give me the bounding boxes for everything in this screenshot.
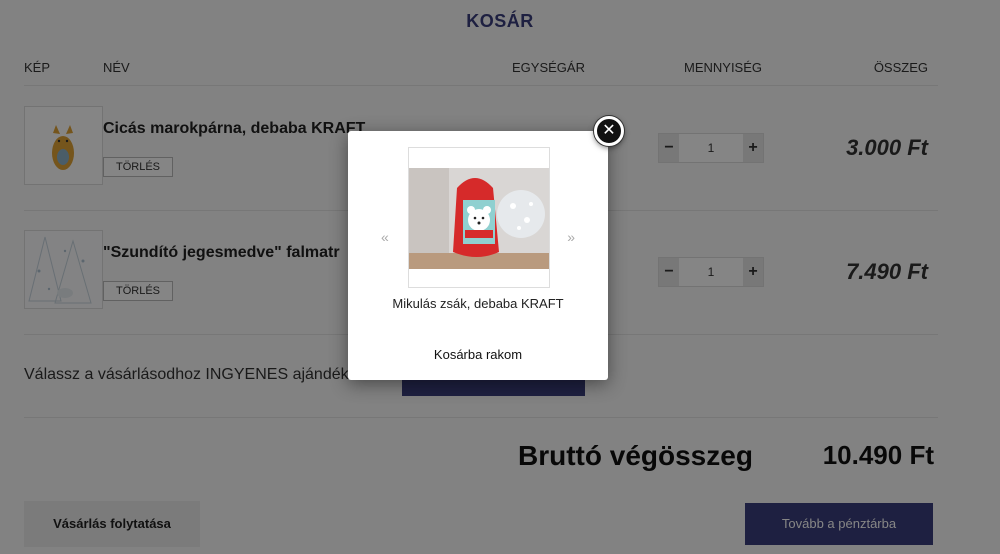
gift-product-image[interactable]	[408, 147, 550, 288]
add-to-cart-button[interactable]: Kosárba rakom	[348, 347, 608, 362]
carousel-prev-icon[interactable]: «	[381, 229, 389, 245]
close-icon[interactable]: ✕	[594, 116, 624, 146]
gift-product-name: Mikulás zsák, debaba KRAFT	[392, 296, 564, 311]
carousel-next-icon[interactable]: »	[567, 229, 575, 245]
gift-modal: « » Mikulás zsák, debaba KRAFT Kosárba r…	[348, 131, 608, 380]
